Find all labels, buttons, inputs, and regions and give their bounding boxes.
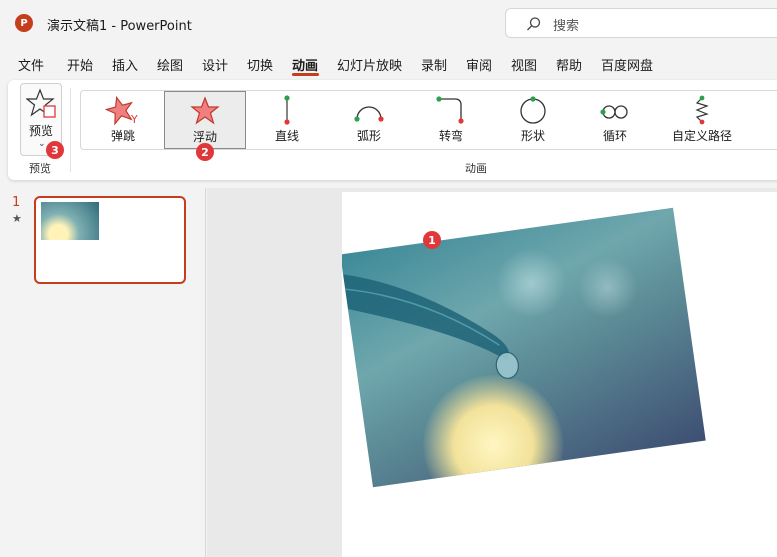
tab-home[interactable]: 开始 (67, 55, 93, 74)
animation-label: 形状 (520, 129, 545, 143)
loop-path-icon (600, 105, 628, 119)
animation-arc-path[interactable]: 弧形 (328, 91, 410, 149)
animation-gallery: Y 弹跳 浮动 直线 弧形 转弯 形状 循环 自定义路径 (80, 90, 777, 150)
search-box[interactable]: 搜索 (505, 8, 777, 38)
thumbnail-image (41, 202, 99, 240)
tab-animations[interactable]: 动画 (292, 55, 318, 74)
custom-path-icon (695, 95, 709, 125)
tab-slideshow[interactable]: 幻灯片放映 (337, 55, 402, 74)
tab-help[interactable]: 帮助 (556, 55, 582, 74)
animation-float[interactable]: 浮动 (164, 91, 246, 149)
line-path-icon (284, 95, 290, 125)
shape-path-icon (520, 96, 546, 124)
search-input[interactable]: 搜索 (553, 15, 579, 34)
bounce-star-icon: Y (105, 95, 138, 126)
step-badge-3: 3 (46, 141, 64, 159)
ribbon-tabs: 文件 开始 插入 绘图 设计 切换 动画 幻灯片放映 录制 审阅 视图 帮助 百… (0, 50, 777, 78)
title-bar: P 演示文稿1 - PowerPoint 搜索 (0, 0, 777, 46)
turn-path-icon (436, 96, 464, 124)
active-tab-indicator (292, 73, 319, 76)
chevron-down-icon[interactable]: ⌄ (38, 139, 46, 149)
tab-draw[interactable]: 绘图 (157, 55, 183, 74)
tab-view[interactable]: 视图 (511, 55, 537, 74)
animation-group-label: 动画 (465, 162, 487, 175)
animation-label: 弧形 (356, 129, 381, 143)
animation-turn-path[interactable]: 转弯 (410, 91, 492, 149)
animation-custom-path[interactable]: 自定义路径 (656, 91, 748, 149)
animation-loop-path[interactable]: 循环 (574, 91, 656, 149)
slide-canvas (207, 188, 777, 557)
svg-text:Y: Y (130, 113, 138, 126)
animation-ribbon: 预览 ⌄ 3 预览 Y 弹跳 浮动 直线 弧形 转弯 形状 循环 自定义路径 2… (8, 80, 777, 180)
tab-insert[interactable]: 插入 (112, 55, 138, 74)
arc-path-icon (354, 106, 384, 122)
animation-label: 转弯 (438, 129, 463, 143)
animation-label: 直线 (274, 129, 299, 143)
slide-image[interactable] (342, 207, 706, 488)
document-title: 演示文稿1 - PowerPoint (47, 19, 192, 34)
animation-marker-icon: ★ (12, 212, 22, 225)
leaf-with-droplet-image (343, 274, 519, 379)
animation-line-path[interactable]: 直线 (246, 91, 328, 149)
search-icon (527, 17, 541, 31)
tab-record[interactable]: 录制 (421, 55, 447, 74)
preview-group-label: 预览 (29, 162, 51, 175)
animation-bounce[interactable]: Y 弹跳 (82, 91, 164, 149)
slide (342, 192, 777, 557)
animation-shape-path[interactable]: 形状 (492, 91, 574, 149)
tab-review[interactable]: 审阅 (466, 55, 492, 74)
step-badge-2: 2 (196, 143, 214, 161)
tab-transitions[interactable]: 切换 (247, 55, 273, 74)
powerpoint-logo-icon: P (15, 14, 33, 32)
tab-baidu-netdisk[interactable]: 百度网盘 (601, 55, 653, 74)
tab-file[interactable]: 文件 (18, 55, 44, 74)
slide-thumbnails-panel: 1 ★ (0, 188, 206, 557)
animation-label: 自定义路径 (671, 129, 732, 143)
float-star-icon (190, 96, 220, 125)
animation-label: 循环 (602, 129, 627, 143)
preview-button-label: 预览 (29, 124, 54, 138)
group-divider (70, 88, 71, 172)
preview-star-icon (26, 88, 56, 118)
slide-thumbnail[interactable] (34, 196, 186, 284)
slide-number: 1 (12, 195, 21, 210)
animation-label: 弹跳 (110, 129, 135, 143)
tab-design[interactable]: 设计 (202, 55, 228, 74)
step-badge-1: 1 (423, 231, 441, 249)
